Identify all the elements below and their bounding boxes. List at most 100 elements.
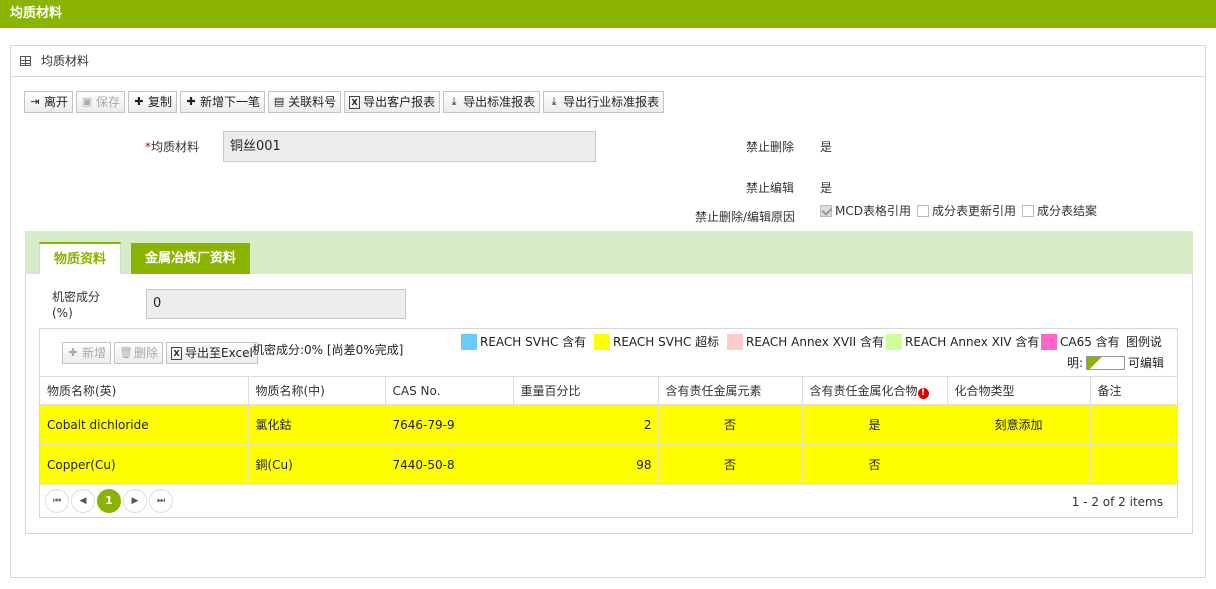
forbid-delete-label: 禁止删除 xyxy=(746,140,795,154)
forbid-edit-value: 是 xyxy=(820,181,833,195)
column-header[interactable]: 重量百分比 xyxy=(513,376,659,405)
material-label: *均质材料 xyxy=(145,140,200,154)
reason-closed[interactable]: 成分表结案 xyxy=(1022,202,1097,219)
cell-name-en: Copper(Cu) xyxy=(40,444,249,485)
pager-info: 1 - 2 of 2 items xyxy=(1071,495,1163,509)
grid-delete-button[interactable]: 🗑 删除 xyxy=(114,342,164,364)
floppy-icon: ▣ xyxy=(81,95,93,108)
tab-substance[interactable]: 物质资料 xyxy=(39,242,122,275)
substance-table: 物质名称(英) 物质名称(中) CAS No. 重量百分比 含有责任金属元素 含… xyxy=(40,376,1178,485)
panel-title: 均质材料 xyxy=(41,54,90,68)
checkbox[interactable] xyxy=(916,205,929,217)
export-industry-report-button[interactable]: ⤓ 导出行业标准报表 xyxy=(543,91,665,113)
legend-swatch xyxy=(461,333,477,350)
tab-smelter[interactable]: 金属冶炼厂资料 xyxy=(131,243,251,274)
link-part-button[interactable]: ▤ 关联料号 xyxy=(268,91,342,113)
checkbox-checked[interactable] xyxy=(820,205,832,217)
grid-export-excel-button[interactable]: X 导出至Excel xyxy=(166,342,258,364)
copy-button[interactable]: ✚ 复制 xyxy=(128,91,178,113)
legend-reach-svhc-exceed: REACH SVHC 超标 xyxy=(594,333,719,350)
cell-cas: 7440-50-8 xyxy=(385,444,514,485)
warning-icon: ! xyxy=(917,388,929,399)
reason-checkboxes: MCD表格引用 成分表更新引用 成分表结案 xyxy=(820,202,1097,219)
material-input[interactable]: 铜丝001 xyxy=(223,131,596,162)
legend-swatch xyxy=(594,333,610,350)
excel-icon: X xyxy=(349,95,361,109)
export-customer-report-button[interactable]: X 导出客户报表 xyxy=(344,91,441,113)
legend-ca65: CA65 含有 xyxy=(1041,333,1120,350)
grid-add-button[interactable]: ✚ 新增 xyxy=(62,342,112,364)
column-header[interactable]: 化合物类型 xyxy=(947,376,1091,405)
grid-status: 机密成分:0% [尚差0%完成] xyxy=(252,343,404,357)
cell-compound: 是 xyxy=(802,404,948,445)
legend-reach-annex-xiv: REACH Annex XIV 含有 xyxy=(886,333,1039,350)
cell-name-zh: 銅(Cu) xyxy=(248,444,386,485)
cell-type: 刻意添加 xyxy=(947,404,1091,445)
column-header[interactable]: 备注 xyxy=(1090,376,1178,405)
toolbar: ⇥ 离开 ▣ 保存 ✚ 复制 ✚ 新增下一笔 ▤ 关联料号 X 导出客户报表 ⤓ 导出标准报表… xyxy=(24,91,665,113)
confidential-input[interactable]: 0 xyxy=(146,289,406,319)
plus-icon: ✚ xyxy=(186,95,196,108)
cell-metal: 否 xyxy=(658,444,803,485)
trash-icon: 🗑 xyxy=(119,346,133,359)
legend-swatch xyxy=(1041,333,1057,350)
cell-name-zh: 氯化鈷 xyxy=(248,404,386,445)
download-icon: ⤓ xyxy=(451,95,457,108)
cell-note xyxy=(1090,404,1178,445)
grid-toolbar: ✚ 新增 🗑 删除 X 导出至Excel xyxy=(62,342,258,364)
panel-header: 均质材料 xyxy=(11,46,1205,77)
substance-grid: ✚ 新增 🗑 删除 X 导出至Excel 机密成分:0% [尚差0%完成] REACH… xyxy=(39,328,1178,518)
cell-weight: 2 xyxy=(513,404,659,445)
excel-icon: X xyxy=(171,346,183,360)
last-page-icon[interactable]: ⏭ xyxy=(149,489,173,513)
first-page-icon[interactable]: ⏮ xyxy=(45,489,69,513)
checkbox[interactable] xyxy=(1022,205,1034,217)
confidential-label: 机密成分 (%) xyxy=(52,290,101,320)
leave-button[interactable]: ⇥ 离开 xyxy=(24,91,74,113)
add-next-button[interactable]: ✚ 新增下一笔 xyxy=(180,91,266,113)
legend-reach-svhc-contain: REACH SVHC 含有 xyxy=(461,333,586,350)
legend-swatch xyxy=(886,333,902,350)
reason-update[interactable]: 成分表更新引用 xyxy=(916,202,1016,219)
plus-icon: ✚ xyxy=(68,346,78,359)
reason-mcd[interactable]: MCD表格引用 xyxy=(820,202,911,219)
legend-editable: 明: 可编辑 xyxy=(1067,355,1165,370)
column-header[interactable]: 含有责任金属元素 xyxy=(658,376,803,405)
legend-swatch xyxy=(727,333,743,350)
grid-icon xyxy=(20,56,31,66)
table-header-row: 物质名称(英) 物质名称(中) CAS No. 重量百分比 含有责任金属元素 含… xyxy=(40,376,1178,405)
forbid-edit-label: 禁止编辑 xyxy=(746,181,795,195)
tab-strip: 物质资料 金属冶炼厂资料 xyxy=(25,231,1193,275)
page-header-bar: 均质材料 xyxy=(0,0,1216,28)
next-page-icon[interactable]: ▶ xyxy=(123,489,147,513)
cell-cas: 7646-79-9 xyxy=(385,404,514,445)
column-header[interactable]: 物质名称(英) xyxy=(40,376,249,405)
save-button[interactable]: ▣ 保存 xyxy=(76,91,126,113)
current-page-button[interactable]: 1 xyxy=(97,489,121,513)
cell-name-en: Cobalt dichloride xyxy=(40,404,249,445)
legend-reach-annex-xvii: REACH Annex XVII 含有 xyxy=(727,333,884,350)
reason-label: 禁止删除/编辑原因 xyxy=(695,210,796,224)
editable-swatch xyxy=(1086,355,1126,370)
cell-weight: 98 xyxy=(513,444,659,485)
forbid-delete-value: 是 xyxy=(820,140,833,154)
table-row[interactable]: Copper(Cu) 銅(Cu) 7440-50-8 98 否 否 xyxy=(40,444,1178,485)
column-header-compound[interactable]: 含有责任金属化合物! xyxy=(802,376,948,405)
table-row[interactable]: Cobalt dichloride 氯化鈷 7646-79-9 2 否 是 刻意… xyxy=(40,404,1178,445)
prev-page-icon[interactable]: ◀ xyxy=(71,489,95,513)
plus-icon: ✚ xyxy=(134,95,144,108)
cell-metal: 否 xyxy=(658,404,803,445)
cell-compound: 否 xyxy=(802,444,948,485)
cell-type xyxy=(947,444,1091,485)
page-header-title: 均质材料 xyxy=(10,6,63,21)
main-panel: 均质材料 ⇥ 离开 ▣ 保存 ✚ 复制 ✚ 新增下一笔 ▤ 关联料号 X 导出客户报表 ⤓ 导… xyxy=(10,45,1206,578)
exit-icon: ⇥ xyxy=(30,95,40,108)
pager: ⏮ ◀ 1 ▶ ⏭ xyxy=(45,489,173,513)
column-header[interactable]: CAS No. xyxy=(385,376,514,405)
column-header[interactable]: 物质名称(中) xyxy=(248,376,386,405)
export-standard-report-button[interactable]: ⤓ 导出标准报表 xyxy=(443,91,541,113)
document-icon: ▤ xyxy=(273,95,285,108)
cell-note xyxy=(1090,444,1178,485)
legend-note: 图例说 xyxy=(1126,335,1163,349)
download-icon: ⤓ xyxy=(551,95,557,108)
